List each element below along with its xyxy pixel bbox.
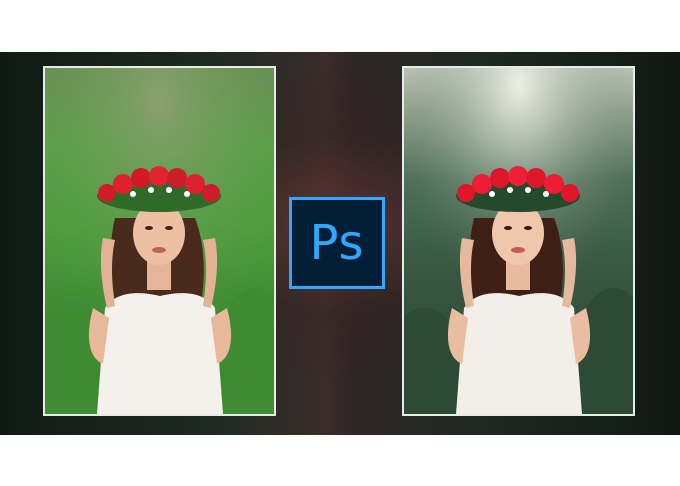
before-photo-illustration (45, 68, 274, 414)
photoshop-logo-icon: Ps (289, 197, 385, 289)
after-photo (402, 66, 635, 416)
before-photo (43, 66, 276, 416)
after-photo-illustration (404, 68, 633, 414)
page: Ps (0, 0, 680, 486)
photoshop-logo-text: Ps (309, 215, 365, 271)
comparison-banner: Ps (0, 52, 680, 435)
